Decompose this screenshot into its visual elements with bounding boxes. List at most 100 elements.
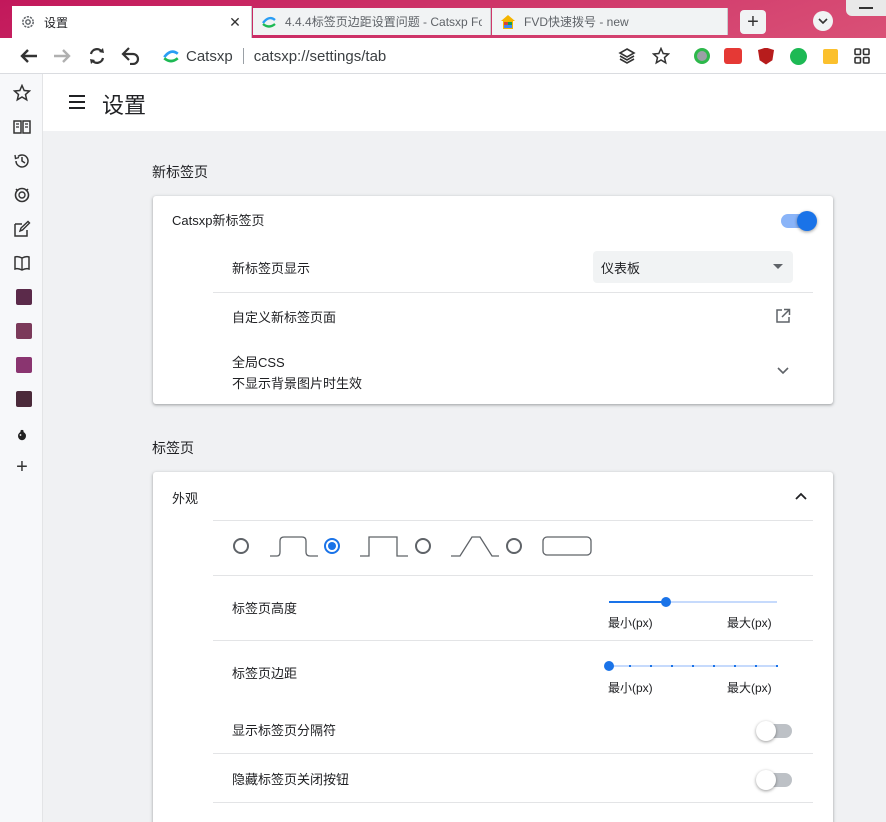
slider-fill — [609, 601, 667, 603]
layers-button[interactable] — [615, 44, 639, 68]
grey-circle-icon — [694, 48, 710, 64]
show-separator-toggle[interactable] — [756, 721, 792, 741]
bookmark-star-button[interactable] — [649, 44, 673, 68]
expand-css-button[interactable] — [777, 367, 789, 375]
undo-icon — [121, 47, 140, 65]
sidebar-shortcut-5[interactable] — [11, 424, 33, 446]
sidebar-reading-list-button[interactable] — [11, 252, 33, 274]
fvd-icon — [500, 14, 516, 30]
url-text: catsxp://settings/tab — [253, 47, 387, 65]
extension-2-button[interactable] — [721, 44, 745, 68]
tab-search-button[interactable] — [813, 11, 833, 31]
global-css-sublabel: 不显示背景图片时生效 — [232, 376, 363, 391]
extension-4-button[interactable] — [786, 44, 810, 68]
hide-close-toggle[interactable] — [756, 770, 792, 790]
extension-5-button[interactable] — [818, 44, 842, 68]
star-icon — [652, 47, 670, 65]
reader-icon — [13, 120, 31, 134]
tab-settings[interactable]: 设置 ✕ — [12, 6, 252, 38]
sidebar-bookmarks-button[interactable] — [11, 82, 33, 104]
edit-icon — [14, 220, 31, 237]
slider-tick — [629, 665, 631, 667]
slider-tick — [776, 665, 778, 667]
sidebar-extension-button[interactable] — [11, 184, 33, 206]
dropdown-caret-icon — [773, 264, 783, 269]
sidebar: + — [0, 74, 43, 822]
forward-arrow-icon — [54, 49, 71, 63]
address-separator — [242, 48, 244, 64]
toolbar: Catsxp catsxp://settings/tab — [0, 38, 886, 74]
custom-newtab-label: 自定义新标签页面 — [232, 310, 337, 325]
tab-margin-min-label: 最小(px) — [608, 681, 653, 695]
newtab-card: Catsxp新标签页 新标签页显示 仪表板 自定义新标签页面 全局CSS 不显示… — [153, 196, 833, 404]
tab-style-radio-4[interactable] — [506, 538, 522, 554]
gear-icon — [20, 14, 36, 30]
catsxp-logo-icon — [163, 50, 179, 63]
extensions-menu-button[interactable] — [850, 44, 874, 68]
back-arrow-icon — [20, 49, 37, 63]
tab-style-radio-2[interactable] — [324, 538, 340, 554]
ublock-icon — [758, 47, 774, 65]
page-title: 设置 — [102, 93, 147, 118]
sidebar-reader-button[interactable] — [11, 116, 33, 138]
sidebar-shortcut-2[interactable] — [16, 323, 32, 339]
tab-fvd[interactable]: FVD快速拨号 - new — [492, 8, 728, 35]
tab-title: 设置 — [44, 15, 69, 30]
slider-tick — [755, 665, 757, 667]
minimize-button[interactable] — [846, 0, 886, 16]
tab-style-radio-1[interactable] — [233, 538, 249, 554]
tab-height-slider[interactable] — [609, 592, 777, 612]
tab-margin-slider[interactable] — [604, 656, 778, 676]
sidebar-notes-button[interactable] — [11, 218, 33, 240]
brand-label: Catsxp — [186, 47, 233, 65]
open-external-button[interactable] — [775, 308, 791, 324]
new-tab-button[interactable]: + — [740, 10, 766, 34]
hide-close-label: 隐藏标签页关闭按钮 — [232, 772, 350, 787]
slider-tick — [713, 665, 715, 667]
undo-close-button[interactable] — [119, 44, 143, 68]
newtab-toggle[interactable] — [781, 211, 817, 231]
tab-style-rounded-preview — [270, 536, 318, 557]
tab-style-square-preview — [360, 536, 408, 557]
star-icon — [13, 84, 31, 102]
close-tab-icon[interactable]: ✕ — [227, 14, 243, 31]
tab-height-min-label: 最小(px) — [608, 616, 653, 630]
sidebar-add-button[interactable]: + — [11, 456, 33, 478]
catsxp-logo-icon — [261, 14, 277, 30]
global-css-label: 全局CSS — [232, 355, 285, 370]
extension-1-button[interactable] — [690, 44, 714, 68]
layers-icon — [618, 48, 636, 64]
appearance-row[interactable]: 外观 — [172, 488, 198, 507]
tab-forum[interactable]: 4.4.4标签页边距设置问题 - Catsxp Fo — [253, 8, 491, 35]
address-bar[interactable]: Catsxp catsxp://settings/tab — [162, 44, 386, 68]
global-css-row[interactable]: 全局CSS 不显示背景图片时生效 — [232, 352, 362, 392]
reload-icon — [89, 48, 105, 64]
custom-newtab-row[interactable]: 自定义新标签页面 — [232, 307, 336, 326]
section-title-newtab: 新标签页 — [152, 164, 208, 180]
divider — [213, 753, 813, 754]
tab-height-max-label: 最大(px) — [727, 616, 772, 630]
bug-icon — [14, 187, 30, 203]
divider — [213, 575, 813, 576]
tab-style-radio-3[interactable] — [415, 538, 431, 554]
sidebar-shortcut-4[interactable] — [16, 391, 32, 407]
tab-height-label: 标签页高度 — [232, 601, 298, 616]
sidebar-history-button[interactable] — [11, 150, 33, 172]
back-button[interactable] — [17, 44, 41, 68]
slider-thumb[interactable] — [604, 661, 614, 671]
slider-thumb[interactable] — [661, 597, 672, 607]
collapse-appearance-button[interactable] — [795, 492, 807, 500]
sidebar-shortcut-3[interactable] — [16, 357, 32, 373]
tab-style-trapezoid-preview — [451, 536, 499, 557]
newtab-display-select[interactable]: 仪表板 — [593, 251, 793, 283]
sidebar-shortcut-1[interactable] — [16, 289, 32, 305]
book-icon — [14, 255, 30, 271]
tab-style-pill-preview — [542, 536, 592, 556]
menu-icon[interactable] — [67, 94, 87, 110]
chevron-up-icon — [795, 492, 807, 500]
extension-3-button[interactable] — [754, 44, 778, 68]
reload-button[interactable] — [85, 44, 109, 68]
forward-button[interactable] — [50, 44, 74, 68]
divider — [213, 520, 813, 521]
tampermonkey-icon — [724, 48, 742, 64]
